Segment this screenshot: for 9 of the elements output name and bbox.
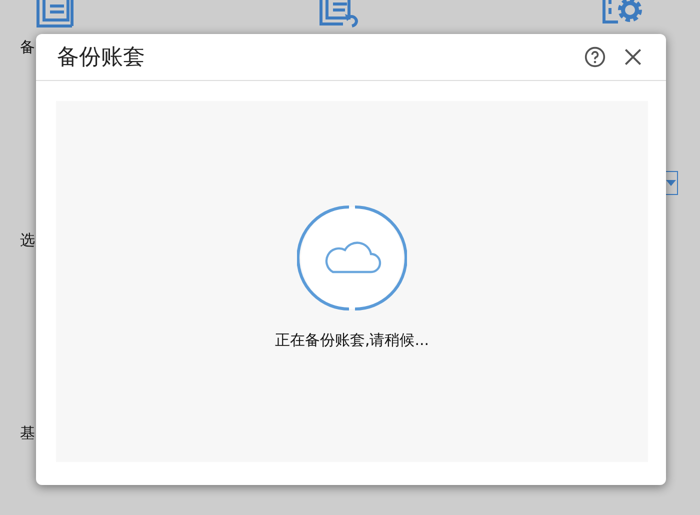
loading-message: 正在备份账套,请稍候... — [274, 331, 430, 350]
field-label: 备 — [20, 38, 35, 56]
settings-document-icon[interactable] — [600, 0, 644, 26]
field-label: 选 — [20, 231, 35, 249]
cloud-spinner-icon — [297, 203, 407, 313]
field-label: 基 — [20, 424, 35, 442]
help-icon[interactable] — [584, 46, 606, 68]
close-icon[interactable] — [622, 46, 644, 68]
dialog-title: 备份账套 — [57, 44, 146, 72]
